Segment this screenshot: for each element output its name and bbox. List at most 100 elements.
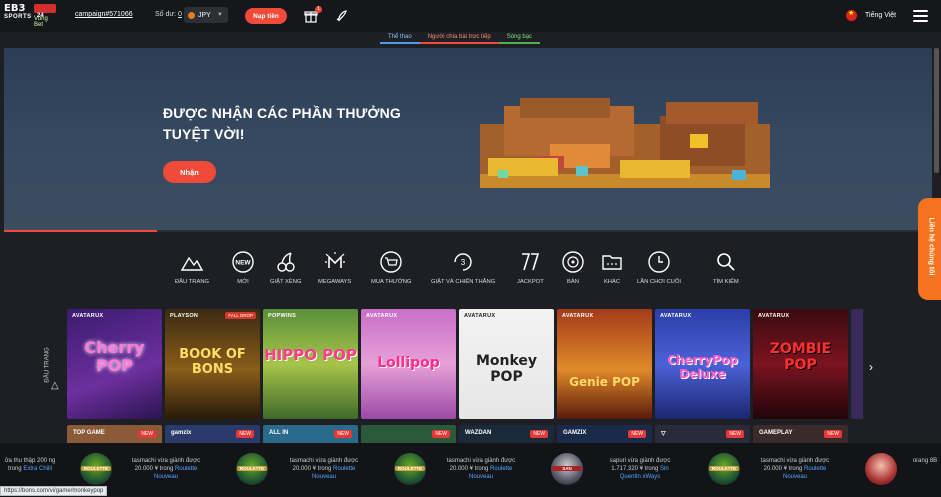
category-megaways[interactable]: MEGAWAYS [318,250,351,290]
new-badge: NEW [138,430,156,438]
winner-text: orang 8B [912,458,938,464]
page-scrollbar[interactable] [934,48,939,173]
game-tile[interactable]: AVATARUX ZOMBIE POP [753,309,848,419]
game-provider: GAMEPLAY [759,430,793,436]
new-badge: NEW [334,430,352,438]
category-label: BÀN [567,279,579,285]
tab-casino[interactable]: Sòng bạc [498,32,541,44]
category-label: JACKPOT [517,279,544,285]
category-label: GIẬT XÈNG [270,279,302,285]
gift-icon[interactable]: 1 [304,6,322,23]
game-title: Lollipop [377,355,440,371]
game-tile[interactable]: AVATARUX Lollipop [361,309,456,419]
winners-ticker: ửa thu thập 200 ng trong Extra Chilli RO… [0,443,941,497]
game-provider: WAZDAN [465,430,492,436]
language-selector[interactable]: Tiếng Việt [846,9,897,21]
new-badge: NEW [824,430,842,438]
roulette-icon [562,251,584,273]
folder-icon [602,255,622,270]
category-label: MEGAWAYS [318,279,352,285]
game-tile[interactable]: gamzix NEW [165,425,260,445]
game-tile[interactable]: AVATARUX Genie POP [557,309,652,419]
new-badge: NEW [530,430,548,438]
game-tile[interactable]: TOP GAME NEW [67,425,162,445]
game-tile[interactable]: PLAYSON FALL DROP BOOK OF BONS [165,309,260,419]
category-drops-wins[interactable]: 3 GIẬT VÀ CHIẾN THẮNG [431,250,495,290]
game-provider: AVATARUX [72,313,104,319]
new-badge: NEW [726,430,744,438]
game-title: ZOMBIE POP [769,341,832,373]
account-link[interactable]: campaign#571066 [75,11,133,18]
casino-page: EB3 SPORTS 24 Vung Bet campaign#571066 S… [0,0,941,497]
category-jackpot[interactable]: JACKPOT [517,250,544,290]
tab-sports[interactable]: Thể thao [380,32,420,44]
winner-text: tasmachi vừa giành được 20.000 ¥ trong R… [760,458,830,480]
deposit-button[interactable]: Nạp tiền [245,8,287,24]
category-other[interactable]: KHÁC [600,250,624,290]
svg-text:3: 3 [461,258,466,267]
winner-text: tasmachi vừa giành được 20.000 ¥ trong R… [289,458,359,480]
game-provider: ALL IN [269,430,289,436]
game-title: BOOK OF BONS [179,347,246,377]
roulette-game-icon: ROULETTE [80,453,112,485]
category-label: TÌM KIẾM [713,279,739,285]
game-provider: AVATARUX [366,313,398,319]
game-badge: FALL DROP [225,312,256,319]
game-tile-partial[interactable] [851,309,863,419]
new-icon: NEW [232,251,254,273]
roulette-game-icon: ROULETTE [708,453,740,485]
game-tile[interactable]: ▽ NEW [655,425,750,445]
language-label: Tiếng Việt [865,12,897,19]
category-new[interactable]: NEW MỚI [231,250,255,290]
game-tile[interactable]: WAZDAN NEW [459,425,554,445]
game-provider: AVATARUX [758,313,790,319]
game-tile[interactable]: AVATARUX Monkey POP [459,309,554,419]
winner-text: tasmachi vừa giành được 20.000 ¥ trong R… [131,458,201,480]
svg-text:NEW: NEW [235,260,251,267]
game-provider: POPWINS [268,313,297,319]
status-bar-url: https://bons.com/vi/game/monkeypop [0,486,108,496]
new-badge: NEW [236,430,254,438]
category-label: MỚI [237,279,249,285]
category-top[interactable]: ĐẦU TRANG [175,250,209,290]
game-provider: AVATARUX [562,313,594,319]
next-arrow-icon[interactable]: › [869,360,873,374]
game-title: CherryPop Deluxe [667,353,738,381]
game-tile[interactable]: POPWINS HIPPO POP [263,309,358,419]
category-label: ĐẦU TRANG [175,279,210,285]
game-title: Cherry POP [84,338,145,375]
game-tile[interactable]: NEW [361,425,456,445]
contact-label: Liên hệ chúng tôi [927,217,935,276]
currency-select[interactable]: JPY ▼ [184,7,228,23]
rocket-icon[interactable] [334,9,348,23]
logo-subtext: SPORTS [4,14,32,20]
category-search[interactable]: TÌM KIẾM [713,250,739,290]
game-tile[interactable]: GAMZIX NEW [557,425,652,445]
promo-banner: ĐƯỢC NHẬN CÁC PHẦN THƯỞNG TUYỆT VỜI! Nhậ… [4,48,932,232]
contact-us-tab[interactable]: Liên hệ chúng tôi [918,198,941,300]
tab-live-dealer[interactable]: Người chia bài trực tiếp [419,32,499,44]
currency-code: JPY [198,11,211,19]
category-bonus-buy[interactable]: MUA THƯỞNG [371,250,411,290]
game-tile[interactable]: GAMEPLAY NEW [753,425,848,445]
site-logo[interactable]: EB3 SPORTS 24 Vung Bet [4,3,56,29]
logo-tagline: Vung Bet [34,16,48,28]
claim-button[interactable]: Nhận [163,161,216,183]
scroll-up-icon[interactable]: △ [51,380,59,391]
game-tile[interactable]: AVATARUX CherryPop Deluxe [655,309,750,419]
game-tile[interactable]: ALL IN NEW [263,425,358,445]
game-provider: GAMZIX [563,430,587,436]
new-badge: NEW [628,430,646,438]
category-label: MUA THƯỞNG [371,279,412,285]
game-tile[interactable]: AVATARUX Cherry POP [67,309,162,419]
winner-text: ửa thu thập 200 ng trong Extra Chilli [4,458,56,472]
category-table[interactable]: BÀN [561,250,585,290]
category-recent[interactable]: LẦN CHƠI CUỐI [637,250,681,290]
game-provider: TOP GAME [73,430,105,436]
hamburger-menu-icon[interactable] [913,10,928,22]
balance-value[interactable]: 0 [178,11,182,18]
megaways-icon [324,252,345,268]
balance-label: Số dư: [155,11,177,18]
category-slots[interactable]: GIẬT XÈNG [270,250,301,290]
category-label: KHÁC [603,279,621,285]
